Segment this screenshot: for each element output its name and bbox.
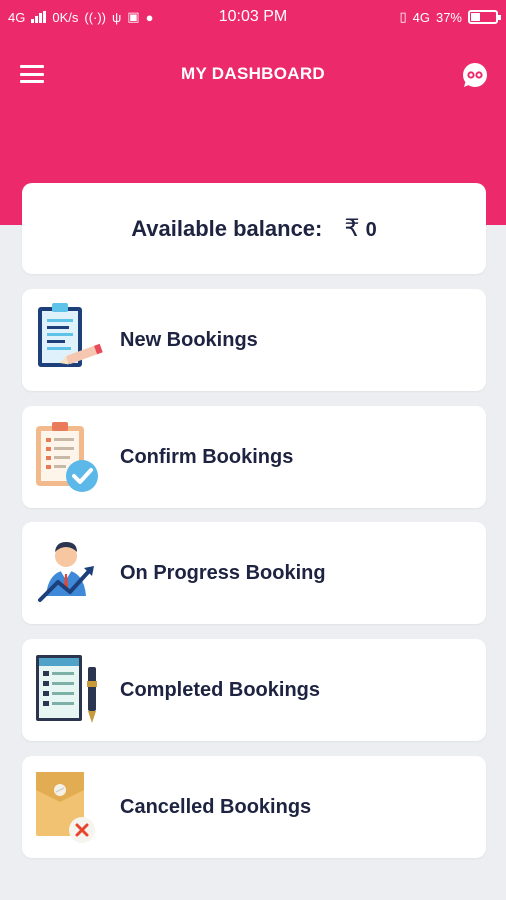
completed-booking-icon <box>32 651 112 729</box>
status-right: ▯ 4G 37% <box>399 9 501 25</box>
balance-label: Available balance: <box>131 215 323 241</box>
status-bar: 4G 0K/s ((·)) ψ ▣ ● 10:03 PM ▯ 4G 37% <box>0 0 506 36</box>
app-bar: MY DASHBOARD <box>0 52 506 96</box>
menu-label: Cancelled Bookings <box>120 796 312 818</box>
new-booking-icon <box>32 301 112 379</box>
confirm-bookings-card[interactable]: Confirm Bookings <box>22 406 486 508</box>
menu-label: Confirm Bookings <box>120 446 294 468</box>
balance-value: ₹0 <box>344 214 376 243</box>
chat-support-icon[interactable] <box>460 60 490 90</box>
menu-label: New Bookings <box>120 329 258 351</box>
progress-booking-icon <box>32 534 112 612</box>
vibrate-icon: ▯ <box>399 9 407 24</box>
page-title: MY DASHBOARD <box>180 64 326 83</box>
on-progress-booking-card[interactable]: On Progress Booking <box>22 522 486 624</box>
battery-icon <box>468 10 501 24</box>
confirm-booking-icon <box>32 418 112 496</box>
new-bookings-card[interactable]: New Bookings <box>22 289 486 391</box>
balance-amount: 0 <box>365 219 377 241</box>
cancelled-bookings-card[interactable]: Cancelled Bookings <box>22 756 486 858</box>
currency-symbol: ₹ <box>344 215 360 242</box>
battery-percent: 37% <box>435 9 462 25</box>
cancelled-booking-icon <box>32 768 112 846</box>
menu-label: On Progress Booking <box>120 562 326 584</box>
completed-bookings-card[interactable]: Completed Bookings <box>22 639 486 741</box>
menu-label: Completed Bookings <box>120 679 321 701</box>
network-right-label: 4G <box>412 9 430 25</box>
balance-card: Available balance: ₹0 <box>22 183 486 274</box>
